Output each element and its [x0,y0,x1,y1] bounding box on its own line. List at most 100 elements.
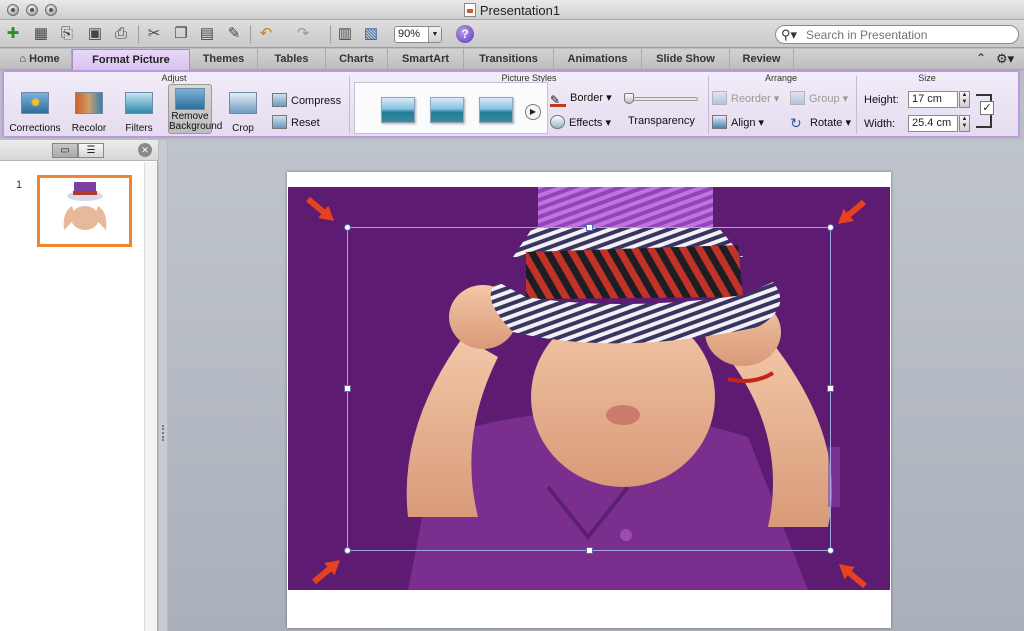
reset-button[interactable]: Reset [272,115,320,129]
undo-icon[interactable]: ↶ [257,25,275,43]
lock-aspect-checkbox[interactable]: ✓ [980,101,994,115]
recolor-button[interactable]: Recolor [64,92,114,134]
cut-icon[interactable]: ✂ [145,25,163,43]
search-box[interactable]: ⚲▾ [775,25,1019,44]
splitter-grip-icon[interactable] [162,425,165,441]
new-icon[interactable]: ✚ [4,25,22,43]
tab-slide-show[interactable]: Slide Show [642,49,730,70]
selection-frame[interactable] [347,227,831,551]
outline-view-icon: ☰ [86,145,96,156]
border-pen-icon: ✎ [550,93,566,107]
zoom-select[interactable]: 90% ▼ [394,26,442,43]
reorder-button[interactable]: Reorder ▾ [712,91,779,105]
top-left-resize-handle[interactable] [344,224,351,231]
compress-icon [272,93,287,107]
slides-view-icon: ▭ [60,145,70,156]
picture-style-3[interactable] [479,97,513,123]
rotate-icon: ↻ [790,115,802,131]
transparency-slider-track[interactable] [628,97,698,101]
format-picture-ribbon: Adjust Corrections Recolor Filters Remov… [2,70,1020,138]
slide-show-icon[interactable]: ▧ [362,25,380,43]
picture-style-2[interactable] [430,97,464,123]
effects-icon [550,115,565,129]
tab-home[interactable]: ⌂ Home [8,49,72,70]
toolbar-separator [250,25,251,43]
height-stepper[interactable]: ▲ ▼ [959,91,970,108]
gallery-icon[interactable]: ▥ [336,25,354,43]
slide-thumbnail[interactable] [37,175,132,247]
slides-panel-header: ▭ ☰ ✕ [0,140,158,161]
slide-thumbnail-image [63,182,107,230]
corrections-icon [21,92,49,114]
redo-icon[interactable]: ↷ [294,25,312,43]
tab-themes[interactable]: Themes [190,49,258,70]
corrections-button[interactable]: Corrections [6,92,64,134]
slides-view-button[interactable]: ▭ [52,143,78,158]
new-from-template-icon[interactable]: ▦ [32,25,50,43]
group-separator [856,76,857,134]
top-resize-handle[interactable] [586,224,593,231]
width-field[interactable]: 25.4 cm [908,115,958,132]
chevron-down-icon[interactable]: ▼ [428,27,441,42]
width-label: Width: [864,118,896,130]
crop-icon [229,92,257,114]
bottom-resize-handle[interactable] [586,547,593,554]
outline-view-button[interactable]: ☰ [78,143,104,158]
search-input[interactable] [806,27,1011,42]
standard-toolbar: ✚ ▦ ⎘ ▣ ⎙ ✂ ❐ ▤ ✎ ↶ ↷ ▥ ▧ 90% ▼ ? ⚲▾ [0,20,1024,48]
filters-icon [125,92,153,114]
border-button[interactable]: ✎ Border ▾ [550,91,612,107]
left-resize-handle[interactable] [344,385,351,392]
close-icon[interactable]: ✕ [138,143,152,157]
right-resize-handle[interactable] [827,385,834,392]
remove-background-button[interactable]: Remove Background [168,84,222,134]
reorder-icon [712,91,727,105]
paste-icon[interactable]: ▤ [198,25,216,43]
search-icon[interactable]: ⚲▾ [781,27,797,43]
help-icon[interactable]: ? [456,25,474,43]
bottom-left-resize-handle[interactable] [344,547,351,554]
tab-format-picture[interactable]: Format Picture [72,49,190,70]
slides-panel-scrollbar[interactable] [144,162,157,631]
tab-animations[interactable]: Animations [554,49,642,70]
group-icon [790,91,805,105]
gear-icon[interactable]: ⚙▾ [996,51,1014,67]
slide-number: 1 [16,179,23,191]
window-title: Presentation1 [0,3,1024,18]
open-icon[interactable]: ⎘ [58,25,76,43]
title-bar: Presentation1 [0,0,1024,20]
copy-icon[interactable]: ❐ [172,25,190,43]
tab-tables[interactable]: Tables [258,49,326,70]
height-label: Height: [864,94,899,106]
transparency-label: Transparency [628,115,695,127]
home-icon: ⌂ [19,53,30,65]
more-styles-icon[interactable]: ▶ [525,104,541,120]
compress-button[interactable]: Compress [272,93,341,107]
bottom-right-resize-handle[interactable] [827,547,834,554]
tab-transitions[interactable]: Transitions [464,49,554,70]
format-painter-icon[interactable]: ✎ [225,25,243,43]
collapse-ribbon-icon[interactable]: ⌃ [976,51,986,65]
print-icon[interactable]: ⎙ [112,25,130,43]
top-right-resize-handle[interactable] [827,224,834,231]
picture-style-1[interactable] [381,97,415,123]
tab-review[interactable]: Review [730,49,794,70]
remove-background-icon [175,88,205,110]
rotate-button[interactable]: ↻ Rotate ▾ [790,115,851,132]
group-separator [349,76,350,134]
group-button[interactable]: Group ▾ [790,91,848,105]
save-icon[interactable]: ▣ [86,25,104,43]
tab-charts[interactable]: Charts [326,49,388,70]
transparency-slider-handle[interactable] [624,93,634,104]
filters-button[interactable]: Filters [114,92,164,134]
height-field[interactable]: 17 cm [908,91,958,108]
presentation-document-icon [463,3,476,17]
group-title-adjust: Adjust [161,73,187,83]
width-stepper[interactable]: ▲ ▼ [959,115,970,132]
align-button[interactable]: Align ▾ [712,115,764,129]
effects-button[interactable]: Effects ▾ [550,115,611,129]
crop-button[interactable]: Crop [218,92,268,134]
tab-smartart[interactable]: SmartArt [388,49,464,70]
recolor-icon [75,92,103,114]
panel-splitter[interactable] [159,140,167,631]
